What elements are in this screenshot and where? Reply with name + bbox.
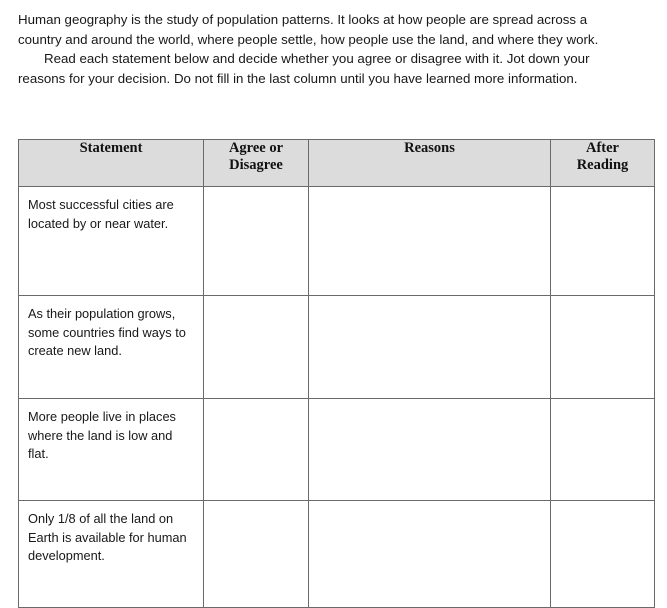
after-reading-cell[interactable] [550, 398, 655, 501]
after-reading-cell[interactable] [550, 295, 655, 399]
column-header-agree-or-disagree-line1: Agree or [228, 140, 284, 156]
table-header-row: Statement Agree or Disagree Reasons Afte… [18, 139, 655, 187]
statement-cell: More people live in places where the lan… [18, 398, 204, 501]
intro-paragraph-2: Read each statement below and decide whe… [18, 51, 590, 86]
statement-cell: Most successful cities are located by or… [18, 186, 204, 296]
statement-cell: Only 1/8 of all the land on Earth is ava… [18, 500, 204, 608]
table-row: Only 1/8 of all the land on Earth is ava… [18, 500, 655, 608]
column-header-agree-or-disagree: Agree or Disagree [203, 139, 309, 187]
intro-paragraph-1: Human geography is the study of populati… [18, 12, 599, 47]
anticipation-guide-table-wrapper: Statement Agree or Disagree Reasons Afte… [18, 139, 655, 608]
statement-cell: As their population grows, some countrie… [18, 295, 204, 399]
table-header: Statement Agree or Disagree Reasons Afte… [18, 139, 655, 187]
column-header-after-reading-line2: Reading [576, 157, 629, 173]
agree-or-disagree-cell[interactable] [203, 295, 309, 399]
after-reading-cell[interactable] [550, 186, 655, 296]
table-row: Most successful cities are located by or… [18, 186, 655, 296]
worksheet-page: Human geography is the study of populati… [0, 0, 667, 608]
table-row: More people live in places where the lan… [18, 398, 655, 501]
after-reading-cell[interactable] [550, 500, 655, 608]
column-header-reasons: Reasons [308, 139, 551, 187]
agree-or-disagree-cell[interactable] [203, 186, 309, 296]
table-row: As their population grows, some countrie… [18, 295, 655, 399]
column-header-statement: Statement [18, 139, 204, 187]
agree-or-disagree-cell[interactable] [203, 398, 309, 501]
intro-text: Human geography is the study of populati… [18, 10, 628, 88]
reasons-cell[interactable] [308, 398, 551, 501]
reasons-cell[interactable] [308, 295, 551, 399]
reasons-cell[interactable] [308, 186, 551, 296]
table-body: Most successful cities are located by or… [18, 186, 655, 608]
column-header-after-reading-line1: After [585, 140, 619, 156]
column-header-agree-or-disagree-line2: Disagree [229, 157, 283, 173]
reasons-cell[interactable] [308, 500, 551, 608]
column-header-after-reading: After Reading [550, 139, 655, 187]
anticipation-guide-table: Statement Agree or Disagree Reasons Afte… [18, 139, 655, 608]
agree-or-disagree-cell[interactable] [203, 500, 309, 608]
